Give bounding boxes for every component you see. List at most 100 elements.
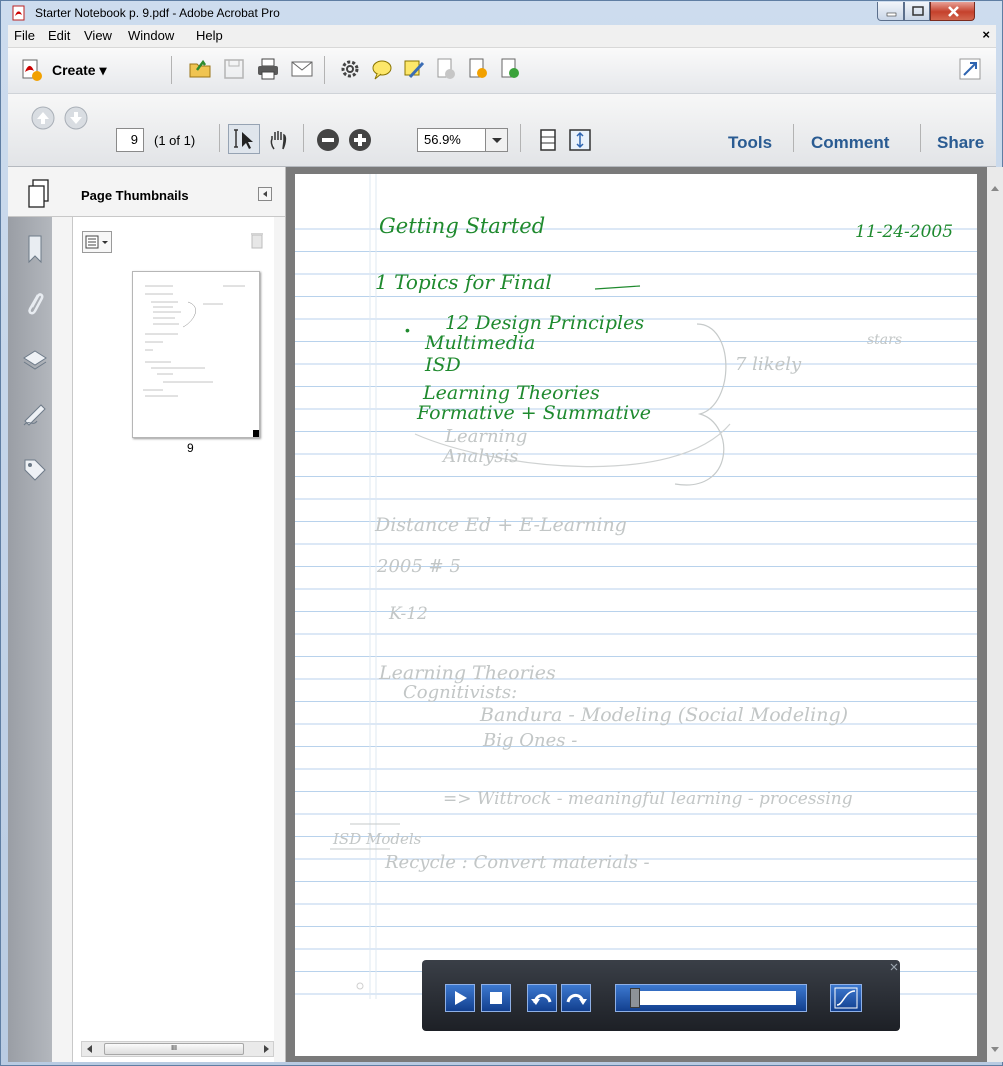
- hand-tool-icon[interactable]: [267, 128, 291, 152]
- topic-item: Formative + Summative: [417, 402, 652, 424]
- stop-icon: [490, 992, 502, 1004]
- toolbar-separator: [324, 56, 325, 84]
- next-page-icon[interactable]: [64, 106, 88, 130]
- close-document-button[interactable]: ×: [982, 27, 990, 42]
- zoom-out-icon[interactable]: [316, 128, 340, 152]
- bullet-dot: •: [405, 322, 410, 338]
- signatures-icon[interactable]: [21, 401, 49, 429]
- comment-pane-button[interactable]: Comment: [811, 133, 889, 153]
- pdf-app-icon: [12, 5, 25, 21]
- panel-title: Page Thumbnails: [81, 188, 189, 203]
- page-thumbnail[interactable]: [132, 271, 260, 438]
- create-button[interactable]: Create ▾: [52, 62, 107, 79]
- scroll-up-icon[interactable]: [991, 185, 999, 191]
- navigation-icon-strip: [8, 217, 52, 1062]
- forward-button[interactable]: [561, 984, 591, 1012]
- play-icon: [455, 991, 467, 1005]
- zoom-in-icon[interactable]: [348, 128, 372, 152]
- open-folder-icon[interactable]: [188, 57, 212, 81]
- toolbar-separator: [303, 124, 304, 152]
- full-screen-icon[interactable]: [568, 128, 592, 152]
- scroll-down-icon[interactable]: [991, 1047, 999, 1053]
- close-icon[interactable]: [890, 963, 898, 971]
- topic-item: Learning Theories: [423, 382, 600, 404]
- thumbnail-horizontal-scrollbar[interactable]: III: [81, 1041, 274, 1057]
- page-number-input[interactable]: 9: [116, 128, 144, 152]
- document-vertical-scrollbar[interactable]: [987, 167, 1003, 1062]
- horizontal-scroll-thumb[interactable]: III: [104, 1043, 244, 1055]
- bookmarks-icon[interactable]: [23, 234, 47, 264]
- playback-control-bar: [422, 960, 900, 1031]
- learning-theories-note: Learning Theories: [379, 662, 556, 684]
- close-window-button[interactable]: [930, 2, 975, 21]
- zoom-level-input[interactable]: 56.9%: [417, 128, 486, 152]
- document-disabled-icon[interactable]: [434, 57, 458, 81]
- playback-mode-button[interactable]: [830, 984, 862, 1012]
- topic-item: 12 Design Principles: [445, 312, 645, 334]
- thumbnail-options-button[interactable]: [82, 231, 112, 253]
- topic-item: ISD: [425, 354, 461, 376]
- create-pdf-icon: [22, 59, 42, 81]
- toolbar-separator: [219, 124, 220, 152]
- cognitivists-note: Cognitivists:: [403, 682, 518, 703]
- layers-icon[interactable]: [21, 346, 49, 374]
- select-tool-button[interactable]: [228, 124, 260, 154]
- title-bar: Starter Notebook p. 9.pdf - Adobe Acroba…: [1, 1, 1002, 25]
- thumbnail-preview: [143, 285, 259, 437]
- topic-item: Multimedia: [425, 332, 536, 354]
- progress-slider-thumb[interactable]: [630, 988, 640, 1008]
- year-note: 2005 # 5: [377, 556, 461, 577]
- previous-page-icon[interactable]: [31, 106, 55, 130]
- minimize-button[interactable]: [877, 2, 904, 21]
- document-export-icon[interactable]: [466, 57, 490, 81]
- share-pane-button[interactable]: Share: [937, 133, 984, 153]
- progress-bar: [636, 991, 796, 1005]
- menu-window[interactable]: Window: [128, 28, 174, 43]
- stars-note: stars: [867, 332, 903, 348]
- email-icon[interactable]: [290, 57, 314, 81]
- options-menu-icon: [85, 235, 108, 249]
- settings-gear-icon[interactable]: [338, 57, 362, 81]
- scroll-left-icon[interactable]: [86, 1045, 94, 1053]
- faint-topic-item: Learning: [445, 426, 528, 447]
- play-button[interactable]: [445, 984, 475, 1012]
- faint-topic-item: Analysis: [443, 446, 519, 467]
- expand-icon[interactable]: [958, 57, 982, 81]
- bandura-note: Bandura - Modeling (Social Modeling): [480, 704, 849, 726]
- page-thumbnails-icon[interactable]: [26, 178, 52, 210]
- print-icon[interactable]: [256, 57, 280, 81]
- zoom-dropdown-button[interactable]: [486, 128, 508, 152]
- tags-icon[interactable]: [21, 456, 49, 484]
- menu-file[interactable]: File: [14, 28, 35, 43]
- rewind-button[interactable]: [527, 984, 557, 1012]
- menu-help[interactable]: Help: [196, 28, 223, 43]
- recycle-note: Recycle : Convert materials -: [385, 852, 650, 873]
- navigation-toolbar: 9 (1 of 1) 56.9% Tools Comment Share: [8, 94, 996, 167]
- window-title: Starter Notebook p. 9.pdf - Adobe Acroba…: [35, 6, 280, 20]
- scroll-right-icon[interactable]: [262, 1045, 270, 1053]
- thumbnail-page-label: 9: [187, 441, 194, 455]
- toolbar-separator: [793, 124, 794, 152]
- toolbar-separator: [520, 124, 521, 152]
- notebook-page: Getting Started 11-24-2005 1 Topics for …: [295, 174, 977, 1056]
- attachments-paperclip-icon[interactable]: [23, 289, 47, 319]
- menu-view[interactable]: View: [84, 28, 112, 43]
- page-count-label: (1 of 1): [154, 133, 196, 148]
- tools-pane-button[interactable]: Tools: [728, 133, 772, 153]
- chevron-down-icon: [492, 138, 502, 143]
- redo-arrow-icon: [566, 993, 587, 1005]
- sign-icon[interactable]: [402, 57, 426, 81]
- delete-trash-icon[interactable]: [249, 231, 265, 249]
- collapse-panel-button[interactable]: [258, 187, 272, 201]
- fit-page-icon[interactable]: [536, 128, 560, 152]
- menu-edit[interactable]: Edit: [48, 28, 70, 43]
- undo-arrow-icon: [531, 993, 552, 1005]
- maximize-button[interactable]: [904, 2, 930, 21]
- select-cursor-icon: [234, 129, 253, 149]
- playback-progress-track[interactable]: [615, 984, 807, 1012]
- wittrock-note: => Wittrock - meaningful learning - proc…: [443, 789, 853, 809]
- document-certify-icon[interactable]: [498, 57, 522, 81]
- save-icon[interactable]: [222, 57, 246, 81]
- stop-button[interactable]: [481, 984, 511, 1012]
- comment-bubble-icon[interactable]: [370, 57, 394, 81]
